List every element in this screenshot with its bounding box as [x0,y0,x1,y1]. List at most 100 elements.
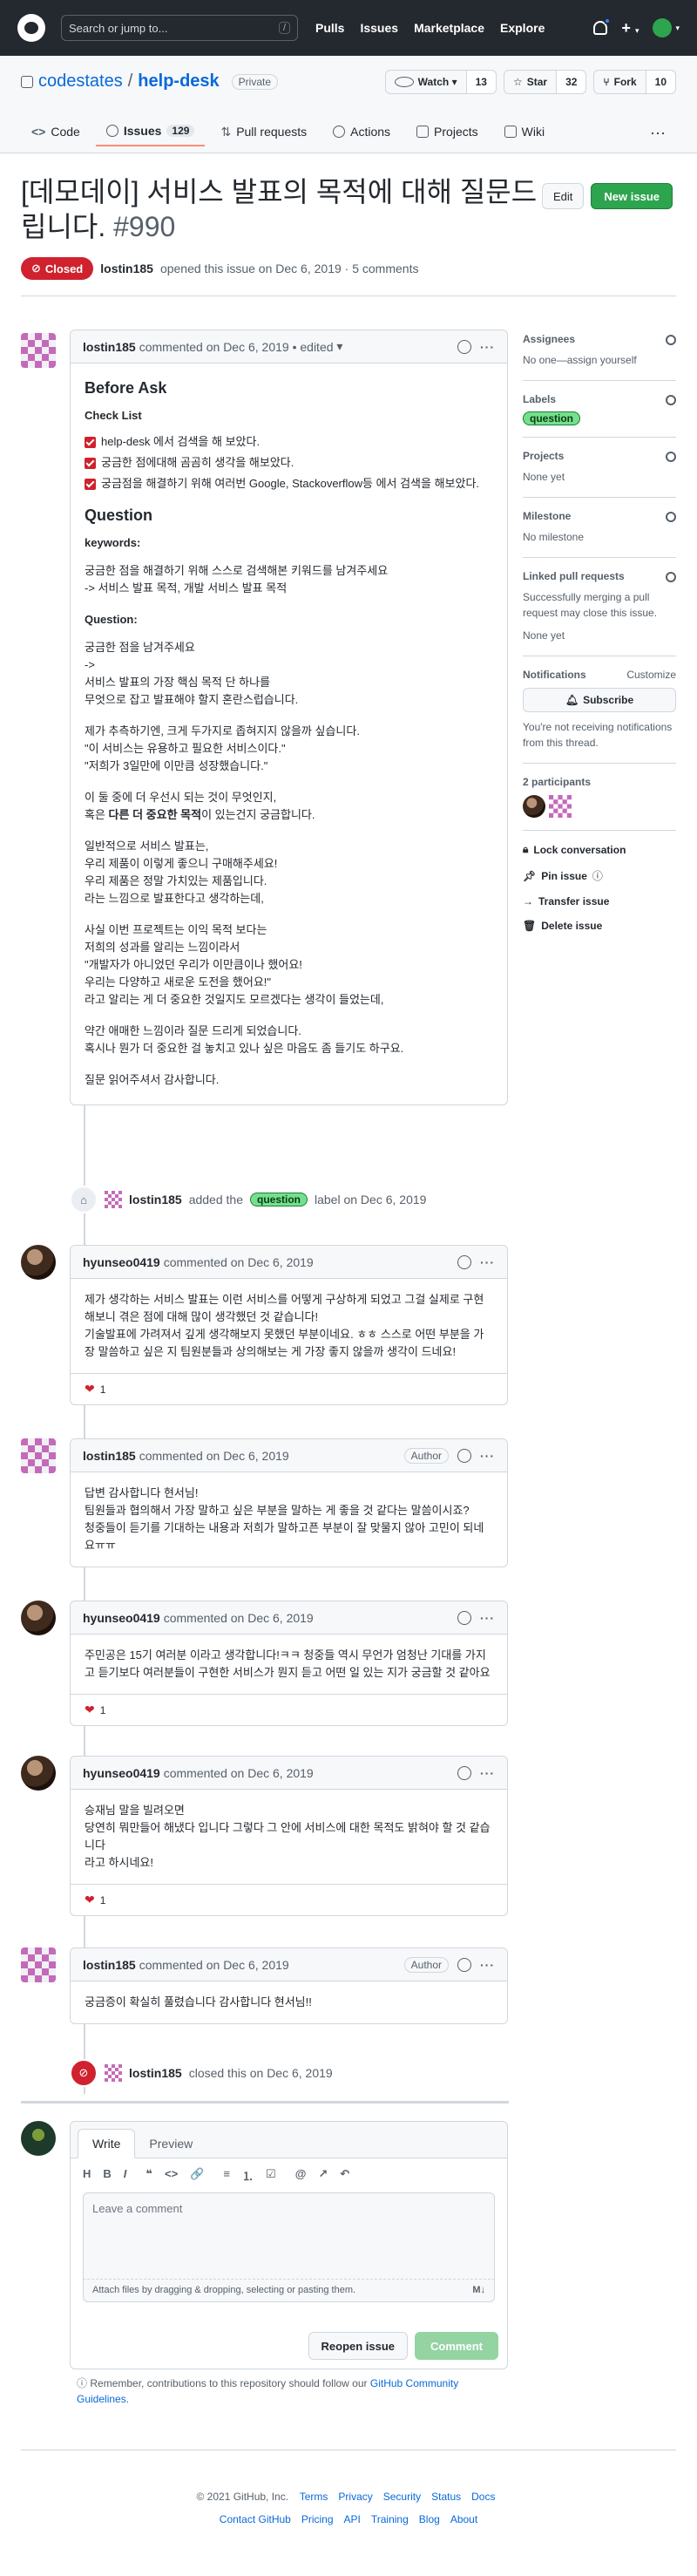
gear-icon[interactable] [666,335,676,345]
reopen-issue-button[interactable]: Reopen issue [308,2332,409,2360]
checkbox-checked-icon[interactable] [85,457,96,469]
avatar[interactable] [105,1191,122,1208]
kebab-menu-icon[interactable]: ··· [480,1766,495,1780]
notifications-bell-icon[interactable] [593,17,612,35]
reaction-count[interactable]: 1 [100,1704,106,1716]
task-list-icon[interactable]: ☑ [266,2167,276,2184]
event-author-link[interactable]: lostin185 [129,2066,182,2080]
comment-author-link[interactable]: lostin185 [83,340,136,354]
nav-explore[interactable]: Explore [500,21,545,35]
footer-link-docs[interactable]: Docs [471,2491,495,2503]
italic-icon[interactable]: I [124,2167,127,2184]
watch-count[interactable]: 13 [465,71,496,93]
checkbox-checked-icon[interactable] [85,436,96,448]
heart-icon[interactable]: ❤ [85,1382,95,1397]
mention-icon[interactable]: @ [295,2167,307,2184]
edit-title-button[interactable]: Edit [542,183,585,209]
avatar[interactable] [21,2121,56,2156]
avatar[interactable] [21,1947,56,1982]
assign-yourself-link[interactable]: No one—assign yourself [523,352,676,368]
quote-icon[interactable]: ❝ [145,2167,152,2184]
footer-link-privacy[interactable]: Privacy [338,2491,372,2503]
avatar[interactable] [21,1245,56,1280]
footer-link-blog[interactable]: Blog [419,2513,440,2525]
search-input[interactable]: Search or jump to... / [61,15,298,41]
gear-icon[interactable] [666,452,676,462]
avatar[interactable] [105,2064,122,2082]
fork-button[interactable]: ⑂ Fork 10 [593,70,676,94]
ordered-list-icon[interactable]: ⒈ [242,2167,254,2184]
label-question[interactable]: question [250,1193,308,1206]
comment-author-link[interactable]: lostin185 [83,1449,136,1463]
tab-projects[interactable]: Projects [406,117,489,146]
gear-icon[interactable] [666,512,676,522]
pin-issue-button[interactable]: 📌︎ Pin issue ⓘ [523,868,676,883]
footer-link-status[interactable]: Status [431,2491,461,2503]
reply-icon[interactable]: ↶ [340,2167,349,2184]
link-icon[interactable]: 🔗 [190,2167,204,2184]
sidebar-projects[interactable]: Projects None yet [523,450,676,498]
comment-author-link[interactable]: hyunseo0419 [83,1611,160,1625]
label-question[interactable]: question [523,411,580,425]
kebab-menu-icon[interactable]: ··· [480,1255,495,1269]
kebab-menu-icon[interactable]: ··· [480,1611,495,1625]
create-new-icon[interactable]: + ▾ [621,19,639,37]
smiley-icon[interactable] [457,1254,471,1269]
comment-timestamp[interactable]: commented on Dec 6, 2019 [164,1255,314,1269]
code-icon[interactable]: <> [165,2167,178,2184]
cross-reference-icon[interactable]: ↗ [318,2167,328,2184]
sidebar-linked-prs[interactable]: Linked pull requests Successfully merging… [523,570,676,656]
repo-name-link[interactable]: help-desk [138,71,219,92]
subscribe-button[interactable]: 🔔︎ Subscribe [523,688,676,712]
comment-timestamp[interactable]: commented on Dec 6, 2019 [139,1449,289,1463]
event-author-link[interactable]: lostin185 [129,1193,182,1206]
smiley-icon[interactable] [457,1957,471,1972]
comment-author-link[interactable]: lostin185 [83,1958,136,1972]
footer-link-about[interactable]: About [450,2513,477,2525]
heart-icon[interactable]: ❤ [85,1703,95,1717]
comment-textarea[interactable]: Leave a comment [83,2192,495,2280]
avatar[interactable] [523,795,545,818]
avatar[interactable] [21,333,56,368]
more-tabs-icon[interactable]: ··· [650,124,666,142]
footer-link-contact[interactable]: Contact GitHub [220,2513,291,2525]
comment-author-link[interactable]: hyunseo0419 [83,1766,160,1780]
comment-button[interactable]: Comment [415,2332,498,2360]
attach-files-bar[interactable]: Attach files by dragging & dropping, sel… [83,2280,495,2302]
footer-link-api[interactable]: API [344,2513,361,2525]
heading-icon[interactable]: H [83,2167,91,2184]
gear-icon[interactable] [666,572,676,582]
sidebar-assignees[interactable]: Assignees No one—assign yourself [523,333,676,381]
tab-wiki[interactable]: Wiki [494,117,555,146]
footer-link-training[interactable]: Training [371,2513,409,2525]
star-button[interactable]: ☆ Star 32 [503,70,587,94]
fork-count[interactable]: 10 [645,71,675,93]
kebab-menu-icon[interactable]: ··· [480,1958,495,1972]
watch-button[interactable]: Watch ▾ 13 [384,70,497,94]
delete-issue-button[interactable]: 🗑︎ Delete issue [523,920,676,932]
repo-owner-link[interactable]: codestates [38,71,123,92]
tab-preview[interactable]: Preview [135,2130,206,2158]
nav-marketplace[interactable]: Marketplace [414,21,484,35]
comment-author-link[interactable]: hyunseo0419 [83,1255,160,1269]
lock-conversation-button[interactable]: 🔒︎ Lock conversation [523,843,676,856]
kebab-menu-icon[interactable]: ··· [480,340,495,354]
transfer-issue-button[interactable]: → Transfer issue [523,895,676,907]
sidebar-milestone[interactable]: Milestone No milestone [523,510,676,558]
comment-timestamp[interactable]: commented on Dec 6, 2019 • edited [139,340,334,354]
nav-pulls[interactable]: Pulls [315,21,344,35]
smiley-icon[interactable] [457,1765,471,1780]
reaction-count[interactable]: 1 [100,1894,106,1907]
avatar[interactable] [21,1601,56,1635]
heart-icon[interactable]: ❤ [85,1893,95,1907]
avatar[interactable] [549,795,572,818]
reaction-count[interactable]: 1 [100,1383,106,1396]
footer-link-pricing[interactable]: Pricing [301,2513,334,2525]
comment-timestamp[interactable]: commented on Dec 6, 2019 [164,1611,314,1625]
github-logo-icon[interactable] [17,14,45,42]
tab-actions[interactable]: Actions [322,117,401,146]
tab-pull-requests[interactable]: ⇅ Pull requests [210,117,317,146]
avatar[interactable] [21,1438,56,1473]
tab-write[interactable]: Write [78,2129,136,2158]
gear-icon[interactable] [666,395,676,405]
